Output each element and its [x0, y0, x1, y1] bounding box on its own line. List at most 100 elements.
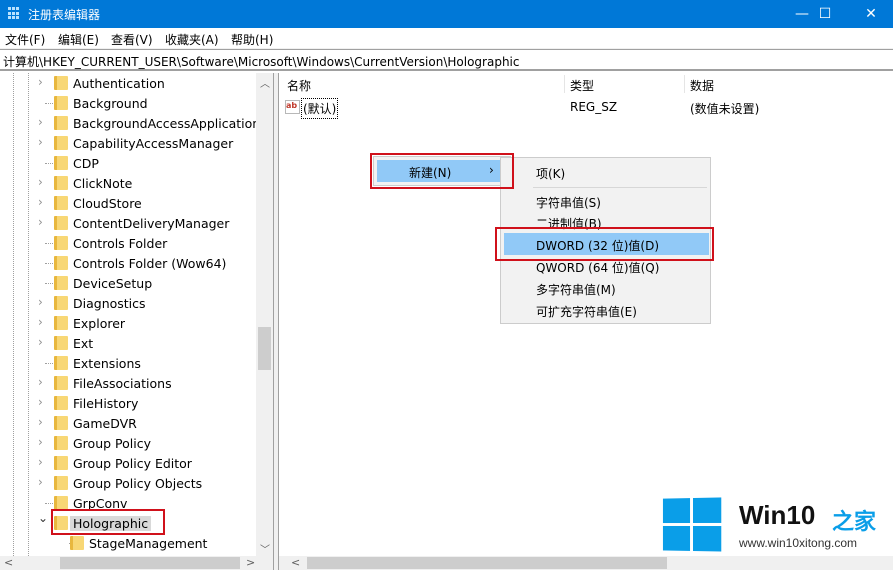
- value-name[interactable]: (默认): [301, 98, 339, 119]
- address-path[interactable]: 计算机\HKEY_CURRENT_USER\Software\Microsoft…: [3, 53, 519, 70]
- tree-item-label: Background: [73, 96, 148, 111]
- annotation-box-new: [370, 153, 514, 189]
- tree-item-label: CapabilityAccessManager: [73, 136, 234, 151]
- chevron-right-icon[interactable]: ›: [38, 75, 50, 89]
- chevron-right-icon[interactable]: ›: [38, 135, 50, 149]
- folder-icon: [54, 76, 68, 90]
- menu-file[interactable]: 文件(F): [5, 31, 45, 48]
- tree-item-label: Authentication: [73, 76, 165, 91]
- scroll-down-icon[interactable]: ﹀: [260, 541, 270, 556]
- column-divider[interactable]: [684, 75, 685, 93]
- tree-vertical-scrollbar[interactable]: ︿ ﹀: [256, 73, 273, 557]
- chevron-right-icon[interactable]: ›: [38, 175, 50, 189]
- folder-icon: [54, 376, 68, 390]
- chevron-right-icon[interactable]: ›: [38, 215, 50, 229]
- value-type: REG_SZ: [570, 100, 618, 114]
- tree-item[interactable]: › Ext: [0, 333, 256, 353]
- scrollbar-thumb[interactable]: [258, 327, 271, 370]
- chevron-right-icon[interactable]: ›: [38, 335, 50, 349]
- submenu-item-expandable-string[interactable]: 可扩充字符串值(E): [504, 299, 709, 321]
- tree-item[interactable]: Controls Folder: [0, 233, 256, 253]
- tree-item[interactable]: Controls Folder (Wow64): [0, 253, 256, 273]
- submenu-item-label: 多字符串值(M): [536, 283, 616, 297]
- tree-horizontal-scrollbar[interactable]: < >: [0, 556, 273, 570]
- registry-tree[interactable]: › Authentication Background › BackgroundAcce…: [0, 73, 273, 570]
- tree-item-label: FileHistory: [73, 396, 139, 411]
- string-value-icon: ab: [285, 100, 300, 114]
- menu-separator: [533, 187, 707, 188]
- tree-item[interactable]: Extensions: [0, 353, 256, 373]
- chevron-right-icon[interactable]: ›: [38, 375, 50, 389]
- tree-item[interactable]: › Authentication: [0, 73, 256, 93]
- tree-item[interactable]: › ContentDeliveryManager: [0, 213, 256, 233]
- submenu-item-key[interactable]: 项(K): [504, 161, 709, 183]
- tree-item[interactable]: › Explorer: [0, 313, 256, 333]
- chevron-right-icon[interactable]: ›: [38, 315, 50, 329]
- tree-item[interactable]: › GameDVR: [0, 413, 256, 433]
- menu-favorites[interactable]: 收藏夹(A): [165, 31, 219, 48]
- tree-item[interactable]: › CloudStore: [0, 193, 256, 213]
- chevron-down-icon[interactable]: ⌄: [38, 511, 50, 525]
- list-horizontal-scrollbar[interactable]: <: [279, 556, 893, 570]
- tree-item-label: CloudStore: [73, 196, 142, 211]
- tree-item-label: Group Policy: [73, 436, 151, 451]
- scrollbar-thumb[interactable]: [307, 557, 667, 569]
- menu-view[interactable]: 查看(V): [111, 31, 153, 48]
- scroll-up-icon[interactable]: ︿: [260, 75, 270, 90]
- tree-item-label: ClickNote: [73, 176, 133, 191]
- tree-item[interactable]: › Group Policy Editor: [0, 453, 256, 473]
- tree-item[interactable]: › FileAssociations: [0, 373, 256, 393]
- folder-icon: [54, 436, 68, 450]
- chevron-right-icon[interactable]: ›: [38, 295, 50, 309]
- tree-item[interactable]: Background: [0, 93, 256, 113]
- chevron-right-icon[interactable]: ›: [38, 115, 50, 129]
- submenu-item-string[interactable]: 字符串值(S): [504, 190, 709, 212]
- column-header-data[interactable]: 数据: [690, 77, 714, 94]
- scroll-right-icon[interactable]: >: [246, 556, 255, 569]
- tree-item[interactable]: › Group Policy Objects: [0, 473, 256, 493]
- tree-item-label: CDP: [73, 156, 99, 171]
- tree-item[interactable]: CDP: [0, 153, 256, 173]
- close-button[interactable]: ✕: [848, 0, 893, 28]
- menu-edit[interactable]: 编辑(E): [58, 31, 99, 48]
- folder-icon: [54, 216, 68, 230]
- submenu-item-multi-string[interactable]: 多字符串值(M): [504, 277, 709, 299]
- folder-icon: [54, 416, 68, 430]
- title-bar: 注册表编辑器 — ☐ ✕: [0, 0, 893, 28]
- column-divider[interactable]: [564, 75, 565, 93]
- tree-item-label: StageManagement: [89, 536, 208, 551]
- chevron-right-icon[interactable]: ›: [38, 395, 50, 409]
- tree-item[interactable]: › Group Policy: [0, 433, 256, 453]
- maximize-button[interactable]: ☐: [802, 0, 848, 28]
- scrollbar-thumb[interactable]: [60, 557, 240, 569]
- menu-help[interactable]: 帮助(H): [231, 31, 273, 48]
- tree-item[interactable]: StageManagement: [0, 533, 256, 553]
- scroll-left-icon[interactable]: <: [4, 556, 13, 569]
- chevron-right-icon[interactable]: ›: [38, 455, 50, 469]
- windows-logo-icon: [662, 497, 724, 552]
- chevron-right-icon[interactable]: ›: [38, 435, 50, 449]
- tree-item-label: FileAssociations: [73, 376, 172, 391]
- close-icon: ✕: [865, 6, 877, 22]
- column-header-type[interactable]: 类型: [570, 77, 594, 94]
- window-title: 注册表编辑器: [28, 8, 101, 22]
- folder-icon: [70, 536, 84, 550]
- tree-item[interactable]: › BackgroundAccessApplications: [0, 113, 267, 133]
- folder-icon: [54, 336, 68, 350]
- watermark-brand: Win10: [739, 500, 816, 530]
- chevron-right-icon[interactable]: ›: [38, 475, 50, 489]
- tree-item[interactable]: › CapabilityAccessManager: [0, 133, 256, 153]
- tree-item[interactable]: › FileHistory: [0, 393, 256, 413]
- scroll-left-icon[interactable]: <: [291, 556, 300, 569]
- address-bar[interactable]: 计算机\HKEY_CURRENT_USER\Software\Microsoft…: [0, 49, 893, 71]
- tree-item[interactable]: › ClickNote: [0, 173, 256, 193]
- tree-item-label: Group Policy Editor: [73, 456, 192, 471]
- column-header-name[interactable]: 名称: [287, 77, 311, 94]
- tree-item[interactable]: DeviceSetup: [0, 273, 256, 293]
- chevron-right-icon[interactable]: ›: [38, 415, 50, 429]
- submenu-item-label: QWORD (64 位)值(Q): [536, 261, 660, 275]
- folder-icon: [54, 136, 68, 150]
- tree-item[interactable]: › Diagnostics: [0, 293, 256, 313]
- annotation-box-holographic: [51, 509, 165, 535]
- chevron-right-icon[interactable]: ›: [38, 195, 50, 209]
